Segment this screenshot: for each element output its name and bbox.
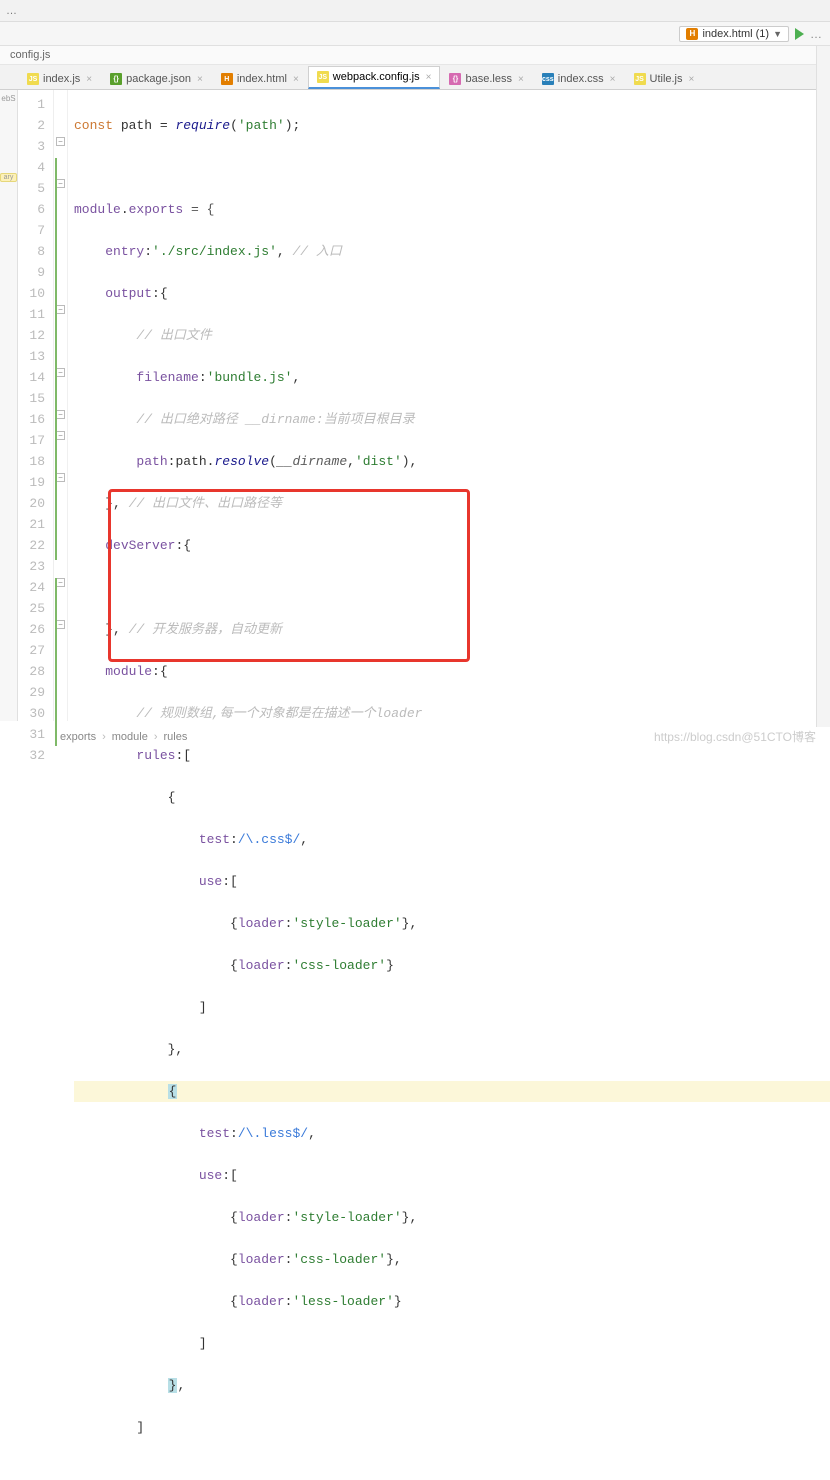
fold-icon[interactable]: −	[56, 431, 65, 440]
breadcrumb-item[interactable]: exports	[60, 731, 96, 743]
toolbar: H index.html (1) ▼ …	[0, 22, 830, 46]
fold-strip: − − − − − − − − −	[54, 90, 68, 721]
file-icon: JS	[27, 73, 39, 85]
breadcrumb-item[interactable]: module	[112, 731, 148, 743]
side-strip: ebS ary	[0, 90, 18, 721]
chevron-down-icon: ▼	[773, 29, 782, 39]
file-icon: {}	[110, 73, 122, 85]
close-icon[interactable]: ×	[426, 72, 432, 83]
editor-tabs: JSindex.js×{}package.json×Hindex.html×JS…	[0, 65, 830, 90]
tab-index-js[interactable]: JS index.js ×	[18, 68, 101, 89]
watermark: https://blog.csdn@51CTO博客	[654, 728, 816, 745]
editor: ebS ary 12345678910111213141516171819202…	[0, 90, 830, 721]
tab-label: index.css	[558, 73, 604, 85]
run-config-label: index.html (1)	[702, 28, 769, 40]
html-icon: H	[686, 28, 698, 40]
tab-label: base.less	[465, 73, 511, 85]
tab-label: Utile.js	[650, 73, 683, 85]
file-icon: {}	[449, 73, 461, 85]
breadcrumb[interactable]: exports›module›rules	[60, 731, 187, 743]
tab-base-less[interactable]: {} base.less ×	[440, 68, 532, 89]
line-gutter: 1234567891011121314151617181920212223242…	[18, 90, 54, 721]
tab-label: webpack.config.js	[333, 71, 420, 83]
tab-label: package.json	[126, 73, 191, 85]
menu-bar[interactable]: …	[0, 0, 830, 22]
tab-index-html[interactable]: Hindex.html ×	[212, 68, 308, 89]
file-icon: H	[221, 73, 233, 85]
tab-package-json[interactable]: {} package.json ×	[101, 68, 212, 89]
fold-icon[interactable]: −	[56, 578, 65, 587]
tab-label: index.html	[237, 73, 287, 85]
fold-icon[interactable]: −	[56, 410, 65, 419]
tab-webpack-config-js[interactable]: JS webpack.config.js ×	[308, 66, 441, 89]
tab-Utile-js[interactable]: JS Utile.js ×	[625, 68, 704, 89]
file-icon: JS	[317, 71, 329, 83]
close-icon[interactable]: ×	[197, 74, 203, 85]
fold-icon[interactable]: −	[56, 368, 65, 377]
file-icon: css	[542, 73, 554, 85]
run-config-selector[interactable]: H index.html (1) ▼	[679, 26, 789, 42]
close-icon[interactable]: ×	[689, 74, 695, 85]
file-icon: JS	[634, 73, 646, 85]
fold-icon[interactable]: −	[56, 137, 65, 146]
close-icon[interactable]: ×	[518, 74, 524, 85]
close-icon[interactable]: ×	[293, 74, 299, 85]
breadcrumb-item[interactable]: rules	[164, 731, 188, 743]
toolbar-more-icon[interactable]: …	[810, 27, 822, 41]
cursor-position: {	[168, 1084, 178, 1099]
tab-label: index.js	[43, 73, 80, 85]
change-marker	[55, 578, 57, 746]
close-icon[interactable]: ×	[610, 74, 616, 85]
fold-icon[interactable]: −	[56, 620, 65, 629]
tab-index-css[interactable]: css index.css ×	[533, 68, 625, 89]
close-icon[interactable]: ×	[86, 74, 92, 85]
tab-context-path: config.js	[0, 46, 830, 65]
fold-icon[interactable]: −	[56, 179, 65, 188]
fold-icon[interactable]: −	[56, 473, 65, 482]
scrollbar[interactable]	[816, 46, 830, 727]
change-marker	[55, 158, 57, 560]
code-area[interactable]: const path = require('path'); module.exp…	[68, 90, 830, 721]
fold-icon[interactable]: −	[56, 305, 65, 314]
run-button[interactable]	[795, 28, 804, 40]
